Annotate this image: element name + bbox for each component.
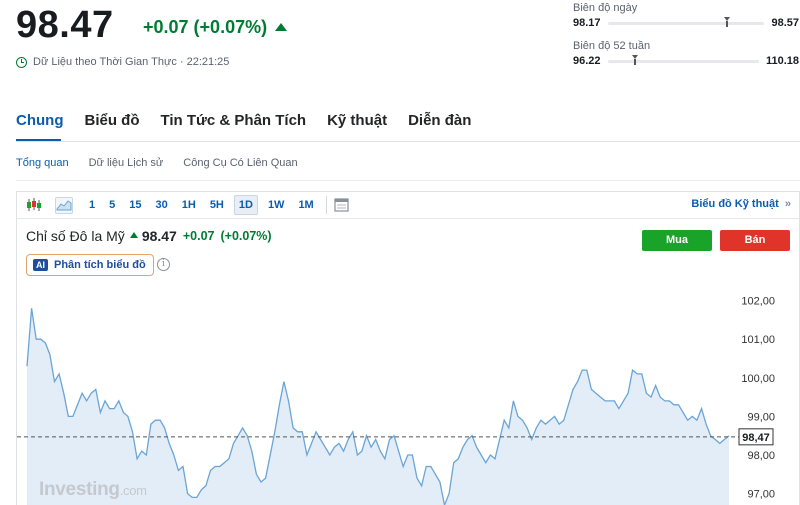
tab-general[interactable]: Chung <box>16 112 63 129</box>
realtime-status: Dữ Liệu theo Thời Gian Thực · 22:21:25 <box>16 56 229 68</box>
y-tick-label: 99,00 <box>747 411 775 423</box>
week52-range-low: 96.22 <box>573 55 601 67</box>
up-arrow-icon <box>275 23 288 31</box>
price-chart[interactable]: 102,00 101,00 100,00 99,00 98,00 97,00 98,47 <box>17 289 799 505</box>
subtab-overview[interactable]: Tổng quan <box>16 157 69 169</box>
realtime-label: Dữ Liệu theo Thời Gian Thực · 22:21:25 <box>33 56 230 68</box>
price-area <box>27 308 729 505</box>
ai-icon: AI <box>33 259 48 271</box>
y-tick-label: 97,00 <box>747 489 775 501</box>
info-icon[interactable]: i <box>157 258 170 271</box>
week52-range-high: 110.18 <box>765 55 799 67</box>
current-price: 98.47 <box>16 4 114 46</box>
subtabs-divider <box>16 180 800 181</box>
current-price-label: 98,47 <box>742 432 770 444</box>
main-tabs: Chung Biểu đồ Tin Tức & Phân Tích Kỹ thu… <box>16 112 471 129</box>
day-range-low: 98.17 <box>573 17 601 29</box>
up-arrow-icon <box>129 232 138 238</box>
candlestick-icon[interactable] <box>25 197 43 214</box>
week52-range-bar <box>607 54 759 65</box>
y-tick-label: 98,00 <box>747 450 775 462</box>
day-range-bar <box>607 16 765 27</box>
price-change-text: +0.07 (+0.07%) <box>143 17 268 37</box>
timeframe-1m[interactable]: 1M <box>294 196 317 214</box>
instrument-price: 98.47 <box>141 228 177 244</box>
y-tick-label: 102,00 <box>741 296 775 308</box>
tab-technical[interactable]: Kỹ thuật <box>327 112 387 129</box>
week52-range-marker <box>631 54 638 65</box>
timeframe-30[interactable]: 30 <box>152 196 172 214</box>
investing-logo: Investing.com <box>39 479 147 501</box>
sub-tabs: Tổng quan Dữ liệu Lịch sử Công Cụ Có Liê… <box>16 157 298 169</box>
week52-range: Biên độ 52 tuần 96.22 110.18 <box>573 40 799 67</box>
y-tick-label: 101,00 <box>741 334 775 346</box>
advanced-chart-link[interactable]: Biểu đồ Kỹ thuật » <box>691 198 791 210</box>
chart-widget: 1 5 15 30 1H 5H 1D 1W 1M Biểu đồ Kỹ thuậ… <box>16 191 800 505</box>
investing-logo-brand: Investing <box>39 479 120 500</box>
week52-range-label: Biên độ 52 tuần <box>573 40 651 52</box>
tabs-divider <box>16 141 800 142</box>
instrument-name: Chỉ số Đô la Mỹ <box>26 228 125 244</box>
buy-button[interactable]: Mua <box>642 230 712 251</box>
timeframe-1w[interactable]: 1W <box>264 196 289 214</box>
timeframe-5h[interactable]: 5H <box>206 196 228 214</box>
advanced-chart-label: Biểu đồ Kỹ thuật <box>691 198 779 210</box>
tab-chart[interactable]: Biểu đồ <box>84 112 139 129</box>
timeframe-15[interactable]: 15 <box>125 196 145 214</box>
sell-button[interactable]: Bán <box>720 230 790 251</box>
day-range-label: Biên độ ngày <box>573 2 638 14</box>
timeframe-1h[interactable]: 1H <box>178 196 200 214</box>
subtab-related-tools[interactable]: Công Cụ Có Liên Quan <box>183 157 297 169</box>
y-tick-label: 100,00 <box>741 373 775 385</box>
tab-forum[interactable]: Diễn đàn <box>408 112 471 129</box>
timeframe-5[interactable]: 5 <box>105 196 119 214</box>
instrument-change-pct: (+0.07%) <box>220 229 272 243</box>
area-chart-icon[interactable] <box>55 196 73 214</box>
calendar-icon[interactable] <box>333 197 351 214</box>
price-change: +0.07 (+0.07%) <box>143 17 288 38</box>
timeframe-1d[interactable]: 1D <box>233 195 258 215</box>
toolbar-separator <box>325 196 327 214</box>
day-range: Biên độ ngày 98.17 98.57 <box>573 2 799 29</box>
ai-chart-analysis-button[interactable]: AI Phân tích biểu đồ <box>26 254 154 276</box>
subtab-historical-data[interactable]: Dữ liệu Lịch sử <box>89 157 164 169</box>
double-chevron-right-icon: » <box>784 198 791 210</box>
timeframe-1[interactable]: 1 <box>85 196 99 214</box>
instrument-change: +0.07 <box>182 229 215 243</box>
day-range-high: 98.57 <box>771 17 799 29</box>
investing-logo-domain: .com <box>119 483 147 498</box>
instrument-header: Chỉ số Đô la Mỹ 98.47 +0.07 (+0.07%) <box>26 228 272 244</box>
day-range-marker <box>723 16 730 27</box>
tab-news-analysis[interactable]: Tin Tức & Phân Tích <box>160 112 306 129</box>
chart-toolbar: 1 5 15 30 1H 5H 1D 1W 1M Biểu đồ Kỹ thuậ… <box>17 192 799 219</box>
ai-button-label: Phân tích biểu đồ <box>54 259 146 271</box>
clock-icon <box>16 56 27 68</box>
